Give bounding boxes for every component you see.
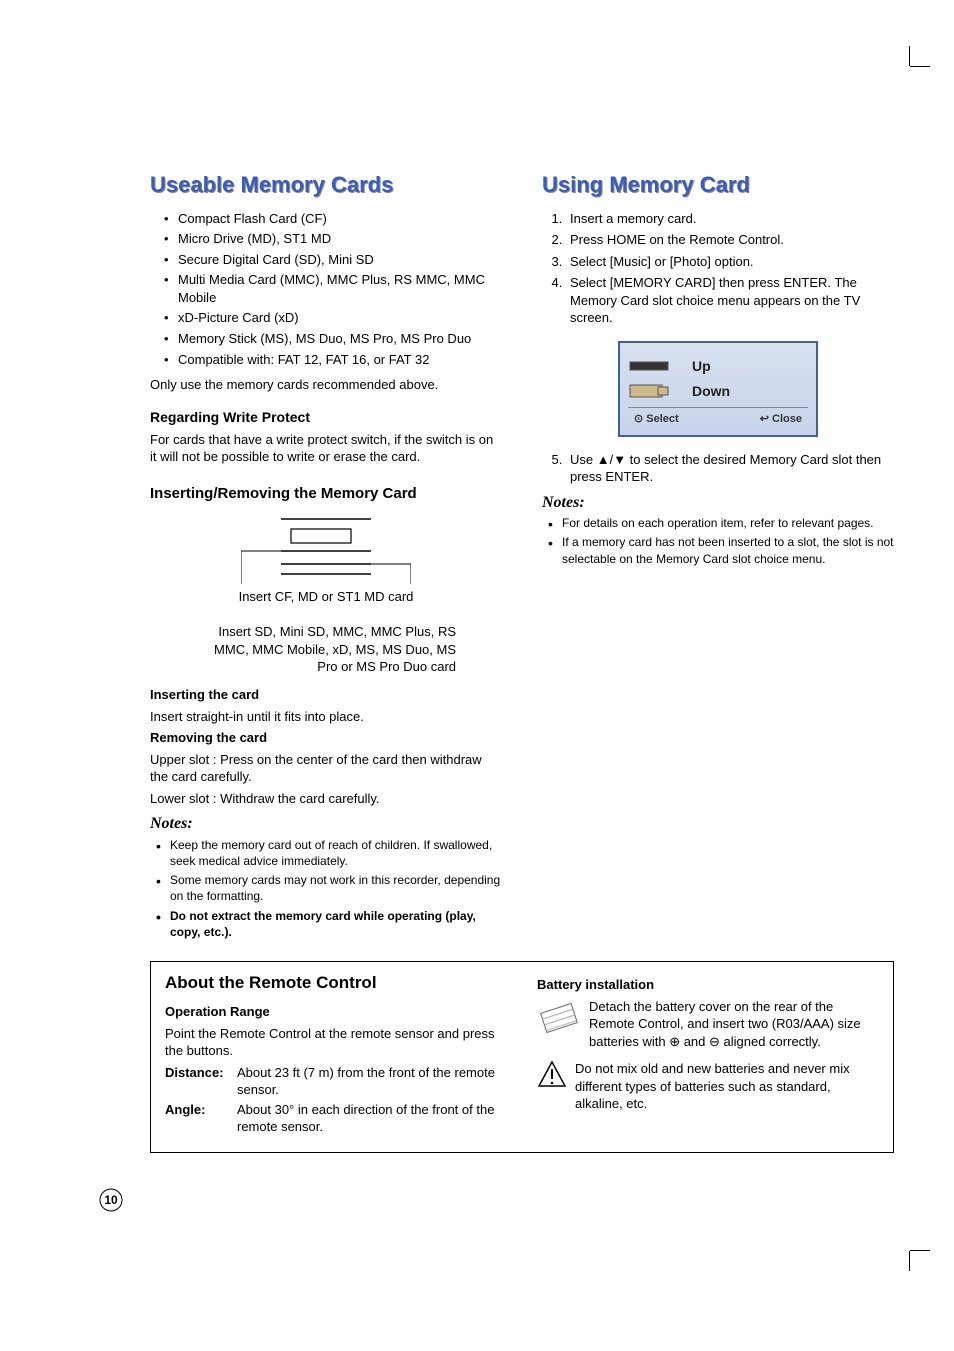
notes-heading: Notes: (542, 492, 894, 514)
battery-install-title: Battery installation (537, 976, 879, 994)
angle-label: Angle: (165, 1101, 237, 1136)
step-item: Select [MEMORY CARD] then press ENTER. T… (566, 274, 894, 327)
warning-icon (537, 1060, 567, 1093)
write-protect-text: For cards that have a write protect swit… (150, 431, 502, 466)
angle-text: About 30° in each direction of the front… (237, 1101, 507, 1136)
note-item: Some memory cards may not work in this r… (150, 872, 502, 904)
card-slot-down-icon (628, 382, 672, 400)
distance-label: Distance: (165, 1064, 237, 1099)
menu-select-hint: ⊙ Select (634, 412, 679, 427)
slot-diagram: Insert CF, MD or ST1 MD card Insert SD, … (196, 514, 456, 676)
list-item: Multi Media Card (MMC), MMC Plus, RS MMC… (150, 271, 502, 306)
note-item: If a memory card has not been inserted t… (542, 534, 894, 566)
notes-list: For details on each operation item, refe… (542, 515, 894, 567)
heading-about-remote: About the Remote Control (165, 972, 507, 995)
note-item: Do not extract the memory card while ope… (150, 908, 502, 940)
list-item: Compatible with: FAT 12, FAT 16, or FAT … (150, 351, 502, 369)
memory-card-list: Compact Flash Card (CF) Micro Drive (MD)… (150, 210, 502, 368)
inserting-card-text: Insert straight-in until it fits into pl… (150, 708, 502, 726)
slot-upper-caption: Insert CF, MD or ST1 MD card (196, 588, 456, 606)
list-item: Secure Digital Card (SD), Mini SD (150, 251, 502, 269)
heading-insert-remove: Inserting/Removing the Memory Card (150, 484, 502, 504)
card-slot-up-icon (628, 357, 672, 375)
step-item: Insert a memory card. (566, 210, 894, 228)
page-number: 10 (100, 1189, 122, 1211)
slot-lower-caption: Insert SD, Mini SD, MMC, MMC Plus, RS MM… (196, 623, 456, 676)
step-item: Press HOME on the Remote Control. (566, 231, 894, 249)
remove-upper-text: Upper slot : Press on the center of the … (150, 751, 502, 786)
list-item: Memory Stick (MS), MS Duo, MS Pro, MS Pr… (150, 330, 502, 348)
steps-list: Insert a memory card. Press HOME on the … (542, 210, 894, 327)
only-use-text: Only use the memory cards recommended ab… (150, 376, 502, 394)
menu-down-label: Down (692, 382, 730, 401)
step-item: Use ▲/▼ to select the desired Memory Car… (566, 451, 894, 486)
distance-text: About 23 ft (7 m) from the front of the … (237, 1064, 507, 1099)
list-item: Micro Drive (MD), ST1 MD (150, 230, 502, 248)
list-item: xD-Picture Card (xD) (150, 309, 502, 327)
list-item: Compact Flash Card (CF) (150, 210, 502, 228)
heading-write-protect: Regarding Write Protect (150, 408, 502, 427)
removing-card-title: Removing the card (150, 730, 267, 745)
menu-close-hint: ↩ Close (760, 412, 802, 427)
heading-using-memory-card: Using Memory Card (542, 170, 894, 200)
notes-list: Keep the memory card out of reach of chi… (150, 837, 502, 940)
battery-warning-text: Do not mix old and new batteries and nev… (575, 1060, 879, 1113)
steps-list-cont: Use ▲/▼ to select the desired Memory Car… (542, 451, 894, 486)
notes-heading: Notes: (150, 813, 502, 835)
operation-range-title: Operation Range (165, 1003, 507, 1021)
battery-compartment-icon (537, 998, 581, 1043)
inserting-card-title: Inserting the card (150, 687, 259, 702)
menu-up-label: Up (692, 357, 711, 376)
battery-install-text: Detach the battery cover on the rear of … (589, 998, 879, 1051)
note-item: For details on each operation item, refe… (542, 515, 894, 531)
heading-useable-memory-cards: Useable Memory Cards (150, 170, 502, 200)
note-item: Keep the memory card out of reach of chi… (150, 837, 502, 869)
operation-range-text: Point the Remote Control at the remote s… (165, 1025, 507, 1060)
slot-choice-menu: Up Down ⊙ Select ↩ Close (618, 341, 818, 437)
step-item: Select [Music] or [Photo] option. (566, 253, 894, 271)
remove-lower-text: Lower slot : Withdraw the card carefully… (150, 790, 502, 808)
